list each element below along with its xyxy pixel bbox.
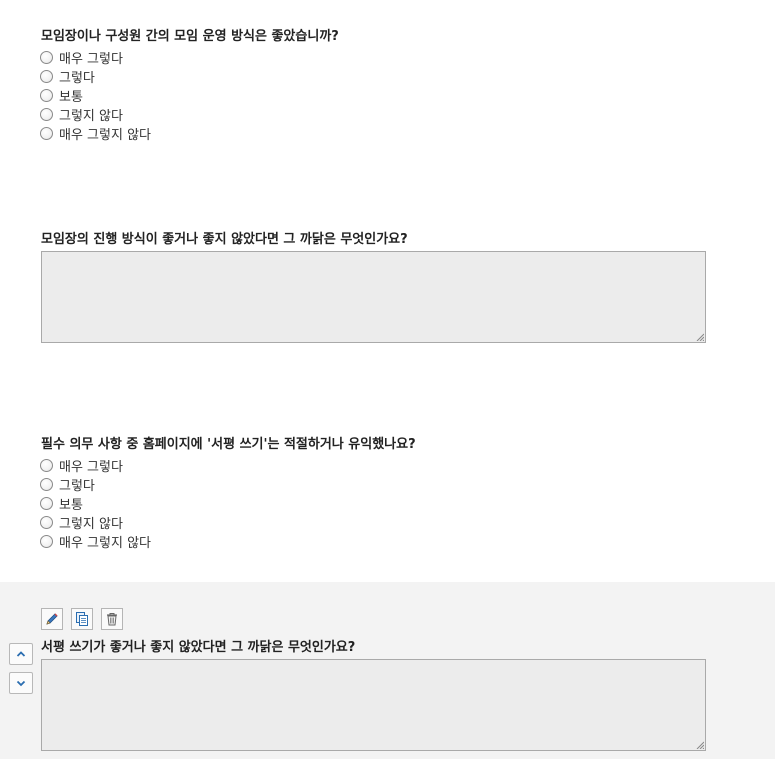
radio-button[interactable]	[40, 459, 53, 472]
move-up-button[interactable]	[9, 643, 33, 665]
question-4-title: 서평 쓰기가 좋거나 좋지 않았다면 그 까닭은 무엇인가요?	[41, 640, 356, 655]
radio-button[interactable]	[40, 516, 53, 529]
resize-grip-icon[interactable]	[696, 741, 704, 749]
chevron-up-icon	[16, 651, 26, 657]
radio-button[interactable]	[40, 89, 53, 102]
radio-button[interactable]	[40, 51, 53, 64]
question-1-option-4[interactable]: 그렇지 않다	[40, 105, 151, 124]
question-3-options: 매우 그렇다 그렇다 보통 그렇지 않다 매우 그렇지 않다	[40, 456, 151, 551]
question-2-title: 모임장의 진행 방식이 좋거나 좋지 않았다면 그 까닭은 무엇인가요?	[41, 232, 408, 247]
option-label: 매우 그렇지 않다	[59, 128, 151, 143]
chevron-down-icon	[16, 680, 26, 687]
question-3-title: 필수 의무 사항 중 홈페이지에 '서평 쓰기'는 적절하거나 유익했나요?	[41, 437, 416, 452]
radio-button[interactable]	[40, 127, 53, 140]
question-3-option-4[interactable]: 그렇지 않다	[40, 513, 151, 532]
option-label: 그렇다	[59, 479, 95, 494]
option-label: 매우 그렇지 않다	[59, 536, 151, 551]
question-1-option-1[interactable]: 매우 그렇다	[40, 48, 151, 67]
question-3-option-2[interactable]: 그렇다	[40, 475, 151, 494]
question-3-option-3[interactable]: 보통	[40, 494, 151, 513]
question-2-textarea[interactable]	[41, 251, 706, 343]
question-3-option-5[interactable]: 매우 그렇지 않다	[40, 532, 151, 551]
pencil-icon	[46, 613, 58, 625]
delete-question-button[interactable]	[101, 608, 123, 630]
option-label: 보통	[59, 90, 83, 105]
radio-button[interactable]	[40, 70, 53, 83]
radio-button[interactable]	[40, 497, 53, 510]
option-label: 매우 그렇다	[59, 52, 123, 67]
resize-grip-icon[interactable]	[696, 333, 704, 341]
question-1-option-2[interactable]: 그렇다	[40, 67, 151, 86]
move-down-button[interactable]	[9, 672, 33, 694]
edit-question-button[interactable]	[41, 608, 63, 630]
question-1-option-5[interactable]: 매우 그렇지 않다	[40, 124, 151, 143]
question-3-option-1[interactable]: 매우 그렇다	[40, 456, 151, 475]
option-label: 그렇다	[59, 71, 95, 86]
question-1-options: 매우 그렇다 그렇다 보통 그렇지 않다 매우 그렇지 않다	[40, 48, 151, 143]
option-label: 그렇지 않다	[59, 517, 123, 532]
radio-button[interactable]	[40, 478, 53, 491]
question-1-title: 모임장이나 구성원 간의 모임 운영 방식은 좋았습니까?	[41, 29, 339, 44]
copy-icon	[76, 612, 88, 626]
radio-button[interactable]	[40, 535, 53, 548]
copy-question-button[interactable]	[71, 608, 93, 630]
option-label: 그렇지 않다	[59, 109, 123, 124]
trash-icon	[107, 613, 117, 626]
option-label: 보통	[59, 498, 83, 513]
option-label: 매우 그렇다	[59, 460, 123, 475]
question-4-textarea[interactable]	[41, 659, 706, 751]
radio-button[interactable]	[40, 108, 53, 121]
question-1-option-3[interactable]: 보통	[40, 86, 151, 105]
